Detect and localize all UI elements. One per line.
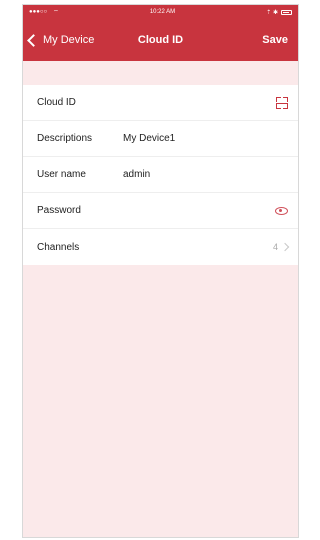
- channels-count: 4: [272, 242, 278, 252]
- save-button[interactable]: Save: [262, 19, 288, 61]
- device-form: Cloud ID Descriptions My Device1 User na…: [23, 85, 298, 265]
- signal-indicator: ●●●○○: [29, 9, 48, 15]
- status-bar: ●●●○○ ⌔ 10:22 AM ⇡ ✱: [23, 5, 298, 19]
- chevron-right-icon: [280, 242, 290, 252]
- descriptions-row[interactable]: Descriptions My Device1: [23, 121, 298, 157]
- cloud-id-row[interactable]: Cloud ID: [23, 85, 298, 121]
- page-title: Cloud ID: [137, 34, 184, 46]
- eye-icon[interactable]: [275, 207, 288, 215]
- cloud-id-label: Cloud ID: [37, 97, 76, 108]
- status-time: 10:22 AM: [149, 9, 176, 15]
- navigation-bar: My Device Cloud ID Save: [23, 19, 298, 61]
- section-spacer: [23, 61, 298, 85]
- channels-row[interactable]: Channels 4: [23, 229, 298, 265]
- descriptions-label: Descriptions: [37, 133, 93, 144]
- phone-screen: ●●●○○ ⌔ 10:22 AM ⇡ ✱ My Device Cloud ID …: [22, 4, 299, 538]
- username-row[interactable]: User name admin: [23, 157, 298, 193]
- password-label: Password: [37, 205, 81, 216]
- status-indicators: ⇡ ✱: [266, 9, 278, 16]
- descriptions-field[interactable]: My Device1: [123, 133, 288, 144]
- battery-icon: [280, 9, 292, 15]
- password-row[interactable]: Password: [23, 193, 298, 229]
- wifi-icon: ⌔: [53, 10, 59, 16]
- scan-qr-icon[interactable]: [276, 97, 288, 109]
- channels-label: Channels: [37, 241, 80, 253]
- username-field[interactable]: admin: [123, 169, 288, 180]
- username-label: User name: [37, 169, 86, 180]
